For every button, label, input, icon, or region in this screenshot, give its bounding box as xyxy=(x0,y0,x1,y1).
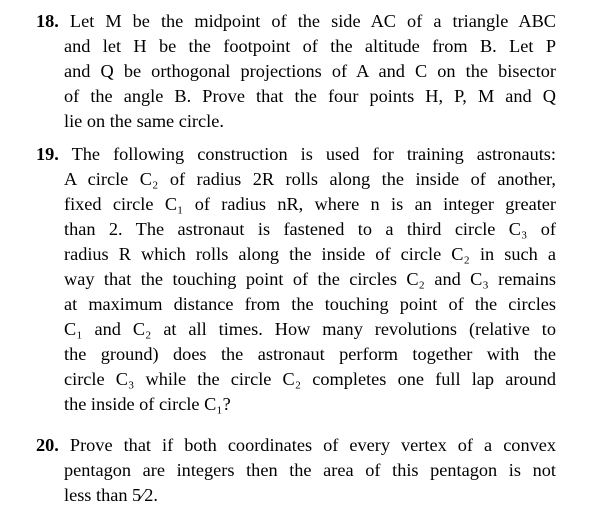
problem-line: at maximum distance from the touching po… xyxy=(64,294,556,314)
problem-line: circle C₃ while the circle C₂ completes … xyxy=(64,369,556,389)
problem-number: 20. xyxy=(36,435,59,455)
problem-line: lie on the same circle. xyxy=(64,111,224,131)
problem-line: and Q be orthogonal projections of A and… xyxy=(64,61,556,81)
problem-line: than 2. The astronaut is fastened to a t… xyxy=(64,219,556,239)
problem-line: A circle C₂ of radius 2R rolls along the… xyxy=(64,169,556,189)
problem-line: less than 5⁄2. xyxy=(64,485,158,505)
problem-line: radius R which rolls along the inside of… xyxy=(64,244,556,264)
problem-number: 19. xyxy=(36,144,59,164)
problem-line: the ground) does the astronaut perform t… xyxy=(64,344,556,364)
problem-line: fixed circle C₁ of radius nR, where n is… xyxy=(64,194,556,214)
problem-line: 19. The following construction is used f… xyxy=(36,144,556,164)
problem-line: and let H be the footpoint of the altitu… xyxy=(64,36,556,56)
problem-line: of the angle B. Prove that the four poin… xyxy=(64,86,556,106)
problem-line: the inside of circle C₁? xyxy=(64,394,231,414)
problem-number: 18. xyxy=(36,11,59,31)
problem-line: 18. Let M be the midpoint of the side AC… xyxy=(36,11,556,31)
problem-line: pentagon are integers then the area of t… xyxy=(64,460,556,480)
problem-line: way that the touching point of the circl… xyxy=(64,269,556,289)
problem-line: C₁ and C₂ at all times. How many revolut… xyxy=(64,319,556,339)
problem-line: 20. Prove that if both coordinates of ev… xyxy=(36,435,556,455)
